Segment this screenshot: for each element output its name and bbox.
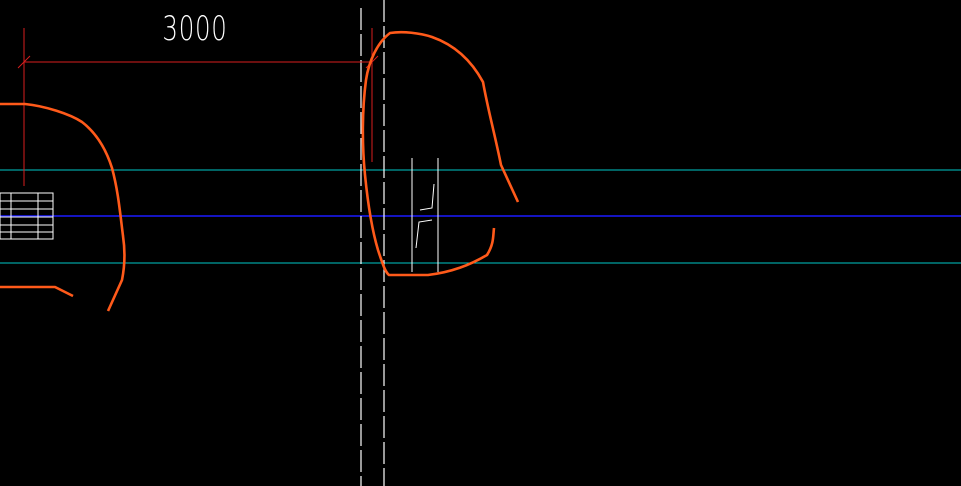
revision-cloud-left[interactable]	[0, 102, 126, 312]
cad-drawing-viewport[interactable]: 3000	[0, 0, 961, 486]
symbol-element	[411, 158, 439, 272]
cad-canvas[interactable]: 3000	[0, 0, 961, 486]
revision-cloud-right[interactable]	[361, 30, 520, 277]
dimension-label: 3000	[162, 9, 227, 48]
revision-cloud-left-lower[interactable]	[0, 285, 74, 298]
dimension-annotation[interactable]: 3000	[17, 9, 379, 186]
